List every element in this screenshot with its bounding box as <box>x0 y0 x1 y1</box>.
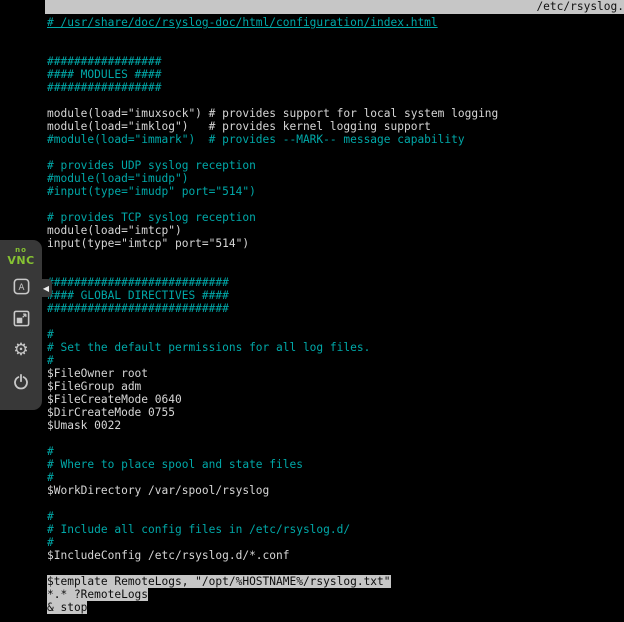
extra-keys-button[interactable]: A <box>9 274 33 298</box>
nano-titlebar: GNU nano 7.2 /etc/rsyslog. <box>45 0 624 14</box>
svg-text:A: A <box>18 283 24 293</box>
fullscreen-icon <box>12 309 31 328</box>
terminal-line: module(load="imuxsock") # provides suppo… <box>47 107 624 120</box>
terminal-line <box>47 146 624 159</box>
terminal-line: # <box>47 471 624 484</box>
terminal-line: # provides TCP syslog reception <box>47 211 624 224</box>
terminal-line: #### GLOBAL DIRECTIVES #### <box>47 289 624 302</box>
collapse-arrow-icon: ◀ <box>43 284 49 293</box>
terminal-line <box>47 42 624 55</box>
terminal-line: # <box>47 536 624 549</box>
terminal-line: $template RemoteLogs, "/opt/%HOSTNAME%/r… <box>47 575 624 588</box>
terminal-line: $IncludeConfig /etc/rsyslog.d/*.conf <box>47 549 624 562</box>
terminal-line: $Umask 0022 <box>47 419 624 432</box>
terminal-line: *.* ?RemoteLogs <box>47 588 624 601</box>
terminal-line: # <box>47 328 624 341</box>
terminal-line: ################# <box>47 55 624 68</box>
editor-content[interactable]: # /usr/share/doc/rsyslog-doc/html/config… <box>45 14 624 614</box>
terminal-line <box>47 198 624 211</box>
terminal-line: # /usr/share/doc/rsyslog-doc/html/config… <box>47 16 624 29</box>
terminal-line: # <box>47 445 624 458</box>
terminal-line <box>47 29 624 42</box>
settings-button[interactable]: ⚙ <box>9 338 33 362</box>
gear-icon: ⚙ <box>13 342 28 359</box>
terminal-line <box>47 250 624 263</box>
terminal-line <box>47 263 624 276</box>
novnc-logo-no: no <box>7 247 34 254</box>
novnc-logo: no VNC <box>7 247 34 266</box>
terminal[interactable]: GNU nano 7.2 /etc/rsyslog. # /usr/share/… <box>45 0 624 622</box>
terminal-line: ########################### <box>47 276 624 289</box>
a-key-icon: A <box>12 277 31 296</box>
terminal-line <box>47 562 624 575</box>
terminal-line: # provides UDP syslog reception <box>47 159 624 172</box>
terminal-line: # Include all config files in /etc/rsysl… <box>47 523 624 536</box>
terminal-line: #module(load="immark") # provides --MARK… <box>47 133 624 146</box>
terminal-line <box>47 432 624 445</box>
terminal-line: $WorkDirectory /var/spool/rsyslog <box>47 484 624 497</box>
control-bar-handle[interactable]: ◀ <box>40 279 52 297</box>
terminal-line: ########################### <box>47 302 624 315</box>
terminal-line: input(type="imtcp" port="514") <box>47 237 624 250</box>
terminal-line: ################# <box>47 81 624 94</box>
terminal-line: # <box>47 510 624 523</box>
terminal-line <box>47 315 624 328</box>
terminal-line: $FileOwner root <box>47 367 624 380</box>
terminal-line: # <box>47 354 624 367</box>
terminal-line: $DirCreateMode 0755 <box>47 406 624 419</box>
nano-filename: /etc/rsyslog. <box>536 0 624 14</box>
power-button[interactable] <box>9 370 33 394</box>
terminal-line: & stop <box>47 601 624 614</box>
terminal-line: #module(load="imudp") <box>47 172 624 185</box>
terminal-line <box>47 94 624 107</box>
terminal-line: # Where to place spool and state files <box>47 458 624 471</box>
terminal-line: #### MODULES #### <box>47 68 624 81</box>
terminal-line: module(load="imklog") # provides kernel … <box>47 120 624 133</box>
terminal-line: $FileGroup adm <box>47 380 624 393</box>
novnc-logo-vnc: VNC <box>7 255 34 266</box>
power-icon <box>12 373 30 391</box>
terminal-line: #input(type="imudp" port="514") <box>47 185 624 198</box>
terminal-line: # Set the default permissions for all lo… <box>47 341 624 354</box>
terminal-line: $FileCreateMode 0640 <box>47 393 624 406</box>
screen: GNU nano 7.2 /etc/rsyslog. # /usr/share/… <box>0 0 624 622</box>
terminal-line: module(load="imtcp") <box>47 224 624 237</box>
fullscreen-button[interactable] <box>9 306 33 330</box>
novnc-control-bar: no VNC A ⚙ <box>0 240 42 410</box>
terminal-line <box>47 497 624 510</box>
